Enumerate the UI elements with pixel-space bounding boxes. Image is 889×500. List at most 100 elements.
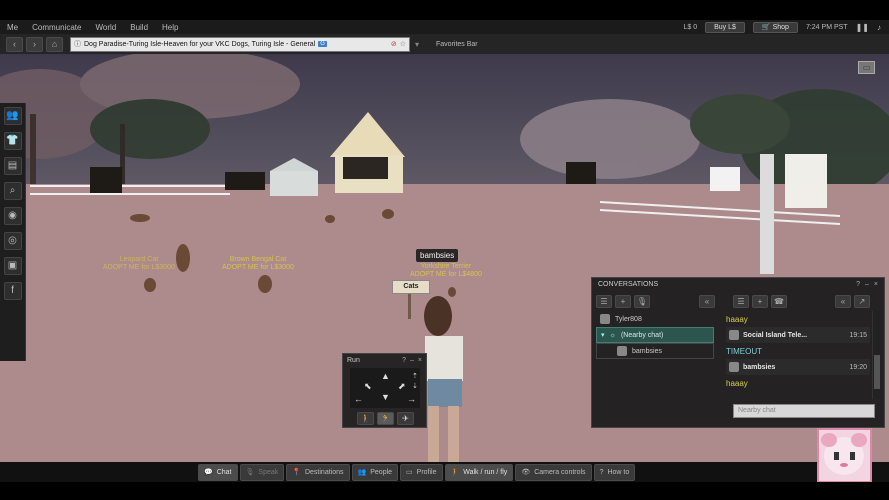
sender-name[interactable]: Social Island Tele... xyxy=(743,332,807,339)
fly-down-icon[interactable]: ⇣ xyxy=(412,382,418,390)
strafe-right-icon[interactable]: → xyxy=(407,394,416,404)
help-icon[interactable]: ? xyxy=(402,357,406,364)
favorites-bar[interactable]: Favorites Bar xyxy=(436,41,478,48)
fullscreen-icon[interactable]: ▭ xyxy=(858,61,875,74)
movement-window-header[interactable]: Run ? – × xyxy=(343,354,426,367)
camera-controls-button-label: Camera controls xyxy=(534,468,586,476)
inventory-icon[interactable]: ▤ xyxy=(3,157,22,175)
run-mode-icon[interactable]: 🏃 xyxy=(377,412,394,425)
pet-label-yorkshire[interactable]: Yorkshire Terrier ADOPT ME for L$4800 xyxy=(410,263,482,279)
white-pole xyxy=(760,154,774,274)
strafe-left-icon[interactable]: ← xyxy=(354,394,363,404)
fly-mode-icon[interactable]: ✈ xyxy=(397,412,414,425)
menu-build[interactable]: Build xyxy=(123,23,155,32)
destinations-button-label: Destinations xyxy=(304,468,344,476)
info-icon[interactable]: ⓘ xyxy=(74,39,81,49)
forward-button[interactable]: › xyxy=(26,36,43,52)
chevron-down-icon[interactable]: ▾ xyxy=(601,331,605,339)
letterbox-top xyxy=(0,0,889,20)
pet-label-bengal[interactable]: Brown Bengal Cat ADOPT ME for L$3000 xyxy=(222,256,294,272)
contact-name: Tyler808 xyxy=(615,315,642,323)
close-icon[interactable]: × xyxy=(418,357,422,364)
menu-me[interactable]: Me xyxy=(0,23,25,32)
location-field[interactable]: ⓘ Dog Paradise-Turing Isle-Heaven for yo… xyxy=(70,36,410,52)
buy-currency-button[interactable]: Buy L$ xyxy=(705,21,745,33)
navigation-bar: ‹ › ⌂ ⓘ Dog Paradise-Turing Isle-Heaven … xyxy=(0,34,889,54)
list-item[interactable]: bambsies xyxy=(596,343,714,359)
cats-sign[interactable]: Cats xyxy=(392,280,430,294)
speech-bubble-icon: 💬 xyxy=(204,469,213,476)
expand-icon[interactable]: « xyxy=(835,294,851,308)
shop-button[interactable]: 🛒 Shop xyxy=(752,21,798,33)
profile-button[interactable]: ▭ Profile xyxy=(400,463,443,481)
search-icon[interactable]: ⌕ xyxy=(3,182,22,200)
chat-button-label: Chat xyxy=(216,468,232,476)
list-item[interactable]: ▾ ☼ (Nearby chat) xyxy=(596,327,714,343)
home-button[interactable]: ⌂ xyxy=(46,36,63,52)
turn-right-icon[interactable]: ⬈ xyxy=(398,381,406,392)
appearance-icon[interactable]: 👕 xyxy=(3,132,22,150)
back-button[interactable]: ‹ xyxy=(6,36,23,52)
walk-run-fly-button[interactable]: 🚶 Walk / run / fly xyxy=(444,463,514,481)
minimize-icon[interactable]: – xyxy=(410,357,414,364)
chat-scrollbar[interactable] xyxy=(872,311,880,399)
collapse-icon[interactable]: « xyxy=(699,294,715,308)
pause-icon[interactable]: ❚❚ xyxy=(856,23,869,32)
menu-status-area: L$ 0 Buy L$ 🛒 Shop 7:24 PM PST ❚❚ ♪ xyxy=(684,21,889,33)
how-to-button-label: How to xyxy=(607,468,630,476)
sign-pole xyxy=(408,294,411,319)
people-button[interactable]: 👥 People xyxy=(351,463,399,481)
destinations-button[interactable]: 📍 Destinations xyxy=(286,463,350,481)
arrow-forward-icon[interactable]: ▲ xyxy=(381,371,390,381)
add-conversation-icon[interactable]: + xyxy=(615,294,631,308)
location-text: Dog Paradise-Turing Isle-Heaven for your… xyxy=(84,40,316,48)
add-participant-icon[interactable]: + xyxy=(752,294,768,308)
menu-help[interactable]: Help xyxy=(155,23,185,32)
list-item[interactable]: Tyler808 xyxy=(596,311,714,327)
menu-world[interactable]: World xyxy=(88,23,123,32)
conversations-panel: CONVERSATIONS ? – × ☰ + 🎙 « ☰ + ☎ « ↗ Ty… xyxy=(591,277,885,428)
avatar xyxy=(600,314,610,324)
radar-icon[interactable]: ◎ xyxy=(3,232,22,250)
walk-mode-icon[interactable]: 🚶 xyxy=(357,412,374,425)
menu-communicate[interactable]: Communicate xyxy=(25,23,88,32)
voice-call-icon[interactable]: 🎙 xyxy=(634,294,650,308)
pet-label-bengal-name: Brown Bengal Cat xyxy=(229,256,287,263)
tear-off-icon[interactable]: ↗ xyxy=(854,294,870,308)
places-icon[interactable]: ◉ xyxy=(3,207,22,225)
star-icon[interactable]: ☆ xyxy=(400,40,406,48)
call-icon[interactable]: ☎ xyxy=(771,294,787,308)
volume-icon[interactable]: ♪ xyxy=(877,23,881,32)
microphone-icon: 🎙 xyxy=(245,469,255,476)
close-icon[interactable]: × xyxy=(874,281,878,288)
location-dropdown-icon[interactable]: ▾ xyxy=(415,40,419,49)
movement-pad: ▲ ▼ ⬉ ⬈ ← → ⇡ ⇣ xyxy=(350,368,420,408)
conversations-header[interactable]: CONVERSATIONS ? – × xyxy=(592,278,884,291)
pet-label-yorkshire-name: Yorkshire Terrier xyxy=(420,263,472,270)
object-icon xyxy=(729,330,739,340)
camera-controls-button[interactable]: 👁 Camera controls xyxy=(515,463,592,481)
snapshot-icon[interactable]: ▣ xyxy=(3,257,22,275)
speak-button-label: Speak xyxy=(258,468,279,476)
sender-name[interactable]: bambsies xyxy=(743,364,775,371)
avatar xyxy=(617,346,627,356)
fly-up-icon[interactable]: ⇡ xyxy=(412,372,418,380)
chat-button[interactable]: 💬 Chat xyxy=(198,463,238,481)
how-to-button[interactable]: ? How to xyxy=(593,463,636,481)
arrow-back-icon[interactable]: ▼ xyxy=(381,392,390,402)
pet-label-left[interactable]: Leopard Cat ADOPT ME for L$3000 xyxy=(103,256,175,272)
greenhouse xyxy=(270,158,318,196)
turn-left-icon[interactable]: ⬉ xyxy=(364,381,372,392)
list-options-icon[interactable]: ☰ xyxy=(596,294,612,308)
facebook-icon[interactable]: f xyxy=(3,282,22,300)
speak-button[interactable]: 🎙 Speak xyxy=(239,463,285,481)
movement-modes: 🚶 🏃 ✈ xyxy=(357,412,414,425)
chat-options-icon[interactable]: ☰ xyxy=(733,294,749,308)
nearby-chat-input[interactable]: Nearby chat xyxy=(733,404,875,418)
help-icon[interactable]: ? xyxy=(856,281,860,288)
chat-history: haaay Social Island Tele... 19:15 TIMEOU… xyxy=(726,311,870,399)
scrollbar-thumb[interactable] xyxy=(874,355,880,389)
contact-name: (Nearby chat) xyxy=(620,331,664,339)
minimize-icon[interactable]: – xyxy=(865,281,869,288)
people-icon[interactable]: 👥 xyxy=(3,107,22,125)
